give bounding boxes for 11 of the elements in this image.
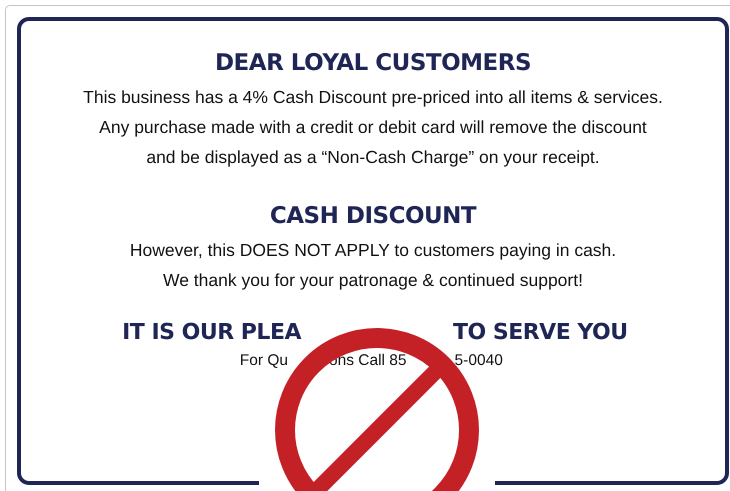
body-text: This business has a 4% Cash Discount pre-priced into all items & services. (83, 86, 663, 109)
body-text: We thank you for your patronage & continued support! (163, 269, 583, 292)
heading: DEAR LOYAL CUSTOMERS (214, 49, 532, 78)
heading: CASH DISCOUNT (270, 202, 476, 231)
body-text: and be displayed as a “Non-Cash Charge” on your receipt. (146, 146, 600, 169)
heading-fragment: TO SERVE YOU (453, 319, 628, 347)
phone-text-fragment: 5-0040 (454, 352, 503, 370)
phone-text-fragment: For Qu (238, 352, 288, 370)
body-text: However, this DOES NOT APPLY to customers paying in cash. (130, 239, 616, 262)
body-text: Any purchase made with a credit or debit card will remove the discount (99, 116, 647, 139)
heading-fragment: IT IS OUR PLEA (121, 319, 301, 347)
